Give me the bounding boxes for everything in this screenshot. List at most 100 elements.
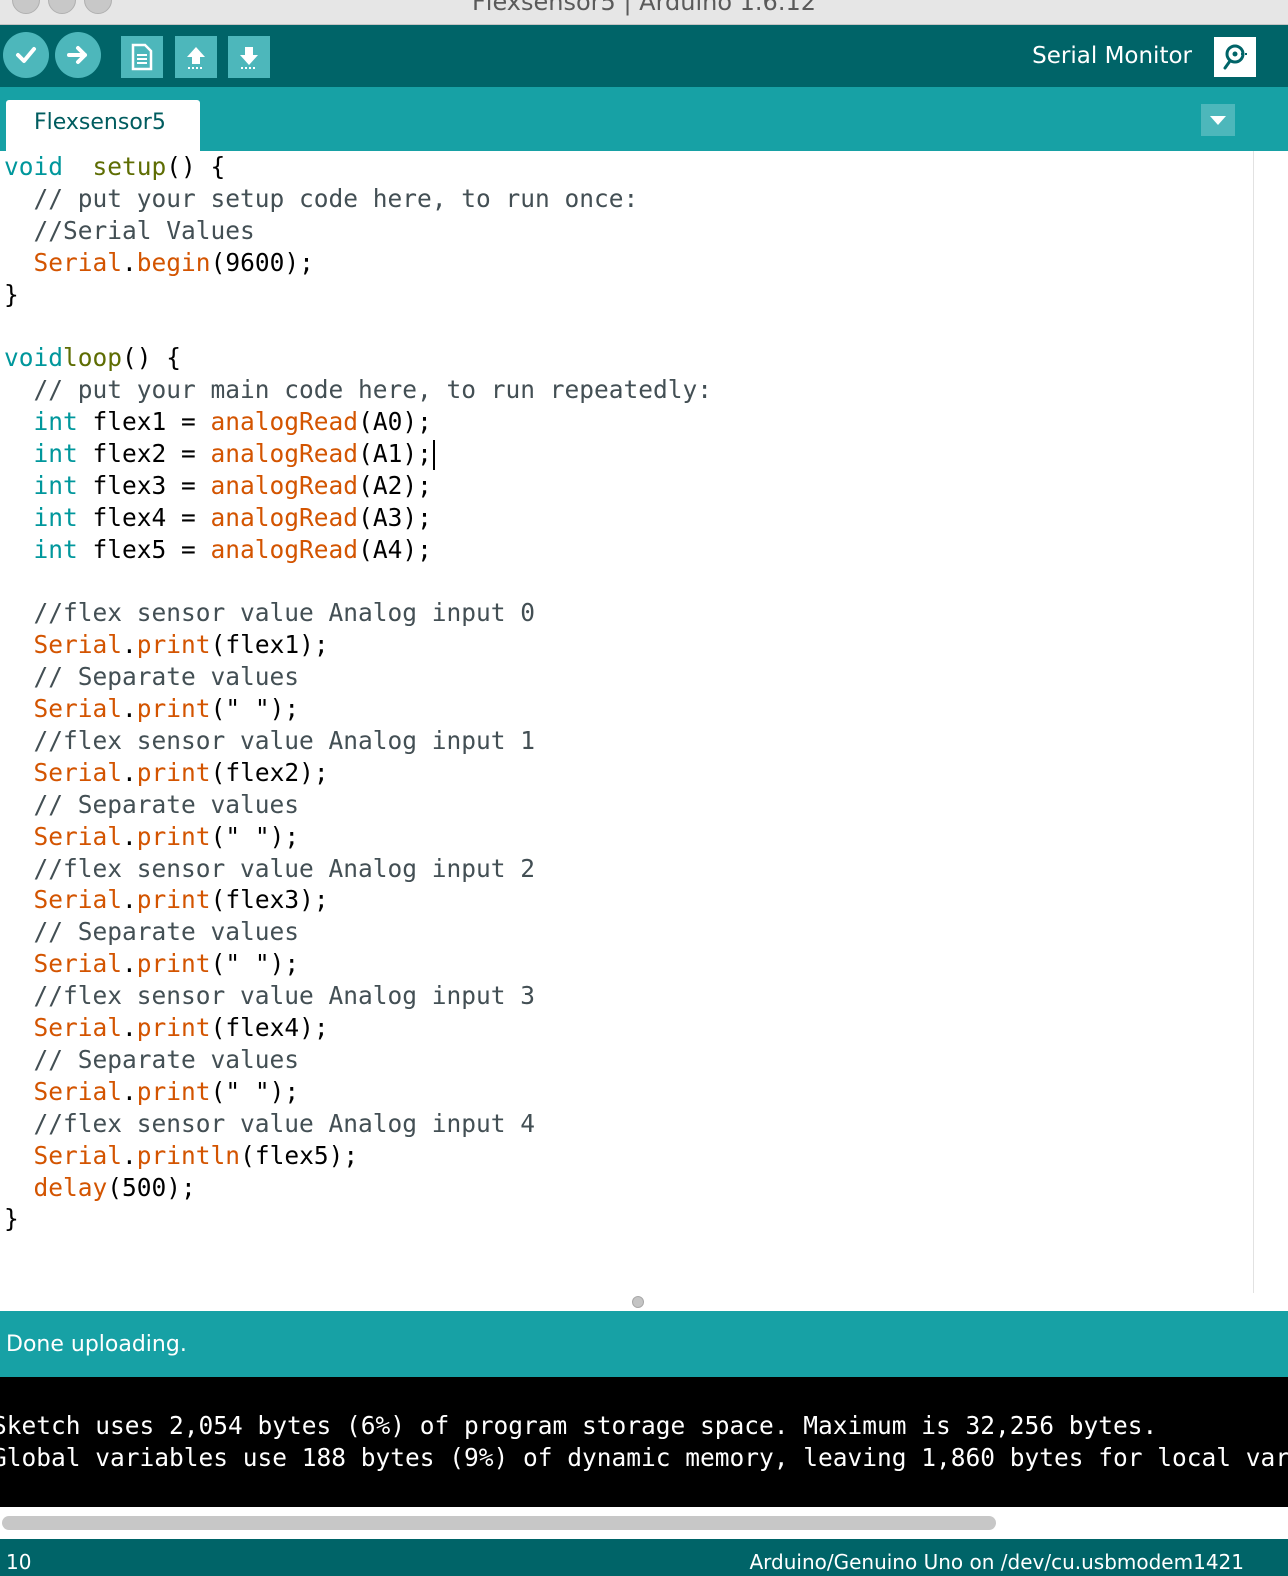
editor-console-splitter[interactable] bbox=[0, 1293, 1288, 1311]
code-line[interactable]: int flex5 = analogRead(A4); bbox=[4, 534, 712, 566]
code-token: . bbox=[122, 1076, 137, 1106]
splitter-handle[interactable] bbox=[632, 1296, 644, 1308]
code-token: (A3); bbox=[358, 502, 432, 532]
code-token: // Separate values bbox=[4, 1044, 300, 1074]
code-token: // Separate values bbox=[4, 789, 300, 819]
text-caret bbox=[432, 440, 435, 471]
code-line[interactable]: //flex sensor value Analog input 1 bbox=[4, 725, 712, 757]
code-line[interactable]: // put your main code here, to run repea… bbox=[4, 374, 713, 406]
code-token: //flex sensor value Analog input 3 bbox=[4, 981, 536, 1011]
arrow-right-icon bbox=[67, 46, 87, 64]
code-editor[interactable]: void setup() { // put your setup code he… bbox=[0, 151, 1254, 1293]
tab-menu-button[interactable] bbox=[1201, 104, 1235, 136]
code-line[interactable]: // Separate values bbox=[4, 661, 712, 693]
code-token: println bbox=[136, 1140, 241, 1170]
code-token: . bbox=[122, 247, 137, 277]
scrollbar-thumb[interactable] bbox=[2, 1516, 996, 1530]
code-line[interactable]: int flex2 = analogRead(A1); bbox=[4, 438, 712, 471]
code-token: //flex sensor value Analog input 0 bbox=[4, 598, 536, 628]
code-token: analogRead bbox=[210, 470, 359, 500]
code-content[interactable]: void setup() { // put your setup code he… bbox=[4, 151, 712, 1235]
code-token: Serial bbox=[33, 1013, 123, 1043]
code-line[interactable]: //flex sensor value Analog input 3 bbox=[4, 980, 712, 1012]
code-line[interactable]: Serial.print(" "); bbox=[4, 693, 712, 725]
code-line[interactable]: //flex sensor value Analog input 2 bbox=[4, 853, 712, 885]
code-line[interactable]: //Serial Values bbox=[4, 215, 712, 247]
code-token: print bbox=[136, 1013, 211, 1043]
code-token: . bbox=[122, 757, 137, 787]
code-token: //flex sensor value Analog input 1 bbox=[4, 726, 536, 756]
code-token: (" "); bbox=[210, 1076, 300, 1106]
status-message: Done uploading. bbox=[6, 1332, 187, 1357]
code-line[interactable]: Serial.print(flex4); bbox=[4, 1012, 712, 1044]
code-line[interactable] bbox=[4, 310, 712, 342]
code-line[interactable]: Serial.println(flex5); bbox=[4, 1140, 712, 1172]
editor-vertical-scrollbar[interactable] bbox=[1253, 151, 1288, 1293]
chevron-down-icon bbox=[1210, 116, 1226, 125]
code-line[interactable]: void setup() { bbox=[4, 151, 712, 183]
code-token: () { bbox=[166, 152, 226, 181]
code-token: flex3 = bbox=[77, 470, 211, 500]
code-line[interactable] bbox=[4, 566, 712, 598]
code-token: (A0); bbox=[358, 407, 432, 437]
code-token: Serial bbox=[33, 247, 123, 277]
code-token: // Separate values bbox=[4, 917, 300, 947]
code-line[interactable]: int flex1 = analogRead(A0); bbox=[4, 406, 712, 438]
code-line[interactable]: int flex4 = analogRead(A3); bbox=[4, 502, 712, 534]
serial-monitor-button[interactable] bbox=[1214, 37, 1256, 77]
console-line: Global variables use 188 bytes (9%) of d… bbox=[0, 1443, 1288, 1472]
code-token: } bbox=[4, 1204, 19, 1234]
code-token: analogRead bbox=[210, 407, 359, 437]
code-token: . bbox=[122, 821, 137, 851]
code-line[interactable]: } bbox=[4, 1203, 712, 1235]
code-line[interactable]: Serial.begin(9600); bbox=[4, 247, 712, 279]
code-line[interactable]: // put your setup code here, to run once… bbox=[4, 183, 712, 215]
console-horizontal-scrollbar[interactable] bbox=[0, 1507, 1288, 1539]
code-line[interactable]: delay(500); bbox=[4, 1172, 712, 1204]
code-line[interactable]: //flex sensor value Analog input 0 bbox=[4, 597, 712, 629]
cursor-line-number: 10 bbox=[6, 1550, 32, 1574]
code-line[interactable]: //flex sensor value Analog input 4 bbox=[4, 1108, 712, 1140]
code-line[interactable]: Serial.print(flex2); bbox=[4, 757, 712, 789]
code-token: (9600); bbox=[210, 247, 314, 277]
code-line[interactable]: Serial.print(" "); bbox=[4, 1076, 712, 1108]
code-token: //Serial Values bbox=[4, 215, 255, 245]
verify-button[interactable] bbox=[3, 32, 49, 78]
save-sketch-button[interactable] bbox=[228, 36, 270, 78]
magnifier-icon bbox=[1223, 44, 1248, 70]
code-token: print bbox=[136, 1076, 211, 1106]
code-line[interactable]: voidloop() { bbox=[4, 342, 712, 374]
tab-flexsensor5[interactable]: Flexsensor5 bbox=[6, 100, 200, 151]
code-line[interactable]: int flex3 = analogRead(A2); bbox=[4, 470, 712, 502]
code-token: print bbox=[136, 885, 211, 915]
code-line[interactable]: Serial.print(flex1); bbox=[4, 629, 712, 661]
new-sketch-button[interactable] bbox=[121, 36, 163, 78]
upload-button[interactable] bbox=[55, 32, 101, 78]
window-title: Flexsensor5 | Arduino 1.6.12 bbox=[471, 0, 816, 16]
code-token: (flex4); bbox=[210, 1013, 329, 1043]
open-sketch-button[interactable] bbox=[175, 36, 217, 78]
code-line[interactable]: Serial.print(flex3); bbox=[4, 884, 712, 916]
code-token: Serial bbox=[33, 885, 123, 915]
code-token: begin bbox=[136, 247, 211, 277]
code-token: Serial bbox=[33, 694, 123, 724]
console-output[interactable]: Sketch uses 2,054 bytes (6%) of program … bbox=[0, 1377, 1288, 1507]
code-line[interactable]: // Separate values bbox=[4, 789, 712, 821]
code-token: Serial bbox=[33, 1076, 123, 1106]
code-line[interactable]: } bbox=[4, 279, 712, 311]
code-line[interactable]: Serial.print(" "); bbox=[4, 821, 712, 853]
code-line[interactable]: // Separate values bbox=[4, 916, 712, 948]
code-token: Serial bbox=[33, 630, 123, 660]
code-token: delay bbox=[33, 1172, 108, 1202]
code-line[interactable]: Serial.print(" "); bbox=[4, 948, 712, 980]
code-token: (flex3); bbox=[210, 885, 329, 915]
code-line[interactable]: // Separate values bbox=[4, 1044, 712, 1076]
